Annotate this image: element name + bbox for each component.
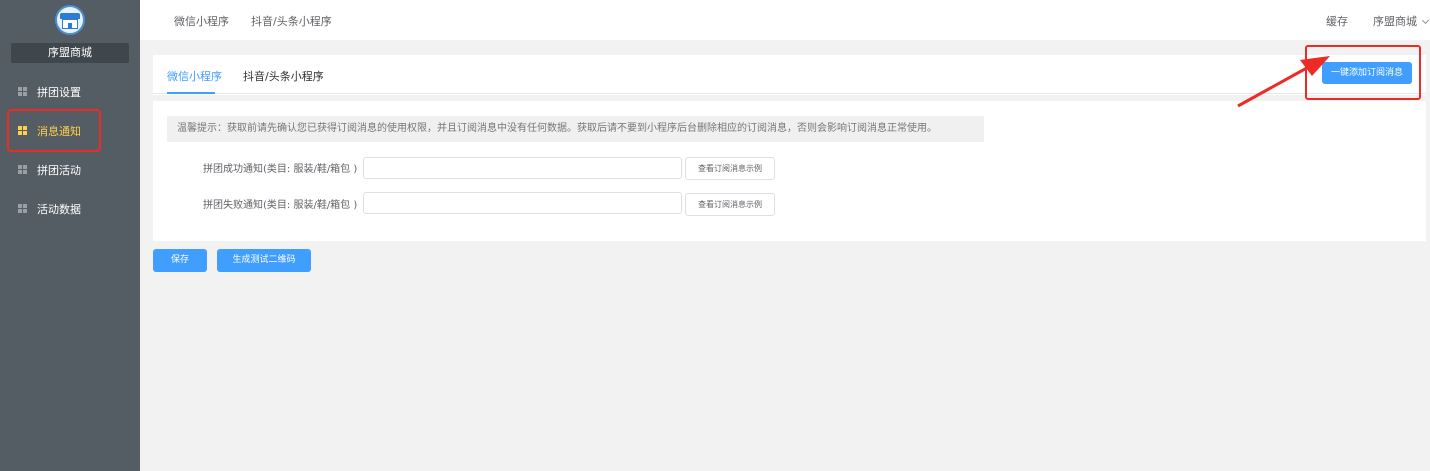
generate-qr-button[interactable]: 生成测试二维码	[217, 249, 311, 272]
subtabs-card: 微信小程序 抖音/头条小程序	[153, 55, 1426, 95]
save-button[interactable]: 保存	[153, 249, 207, 272]
sidebar-item-group-activity[interactable]: 拼团活动	[0, 150, 140, 189]
tab-douyin-miniprogram[interactable]: 抖音/头条小程序	[243, 68, 324, 84]
shop-name: 序盟商城	[11, 43, 129, 63]
warning-tip: 温馨提示：获取前请先确认您已获得订阅消息的使用权限，并且订阅消息中没有任何数据。…	[167, 116, 984, 142]
top-tab-douyin[interactable]: 抖音/头条小程序	[251, 13, 332, 29]
view-example-button[interactable]: 查看订阅消息示例	[685, 157, 775, 180]
annotation-highlight-box	[7, 109, 101, 152]
shop-logo-icon	[55, 5, 85, 35]
shop-menu-label: 序盟商城	[1373, 15, 1417, 28]
field-label-success: 拼团成功通知(类目: 服装/鞋/箱包 )	[203, 164, 358, 175]
sidebar-item-group-settings[interactable]: 拼团设置	[0, 72, 140, 111]
shop-menu-dropdown[interactable]: 序盟商城	[1373, 13, 1430, 29]
cache-button[interactable]: 缓存	[1326, 13, 1348, 29]
logo-area: 序盟商城	[0, 0, 140, 72]
grid-icon	[18, 165, 27, 174]
active-tab-indicator	[167, 92, 215, 94]
annotation-highlight-box	[1305, 45, 1421, 100]
fail-template-input[interactable]	[363, 192, 682, 214]
top-tab-wechat[interactable]: 微信小程序	[174, 13, 229, 29]
view-example-button[interactable]: 查看订阅消息示例	[685, 193, 775, 216]
grid-icon	[18, 87, 27, 96]
chevron-down-icon	[1421, 16, 1430, 25]
form-card: 温馨提示：获取前请先确认您已获得订阅消息的使用权限，并且订阅消息中没有任何数据。…	[153, 101, 1426, 241]
sidebar-item-label: 活动数据	[37, 202, 81, 216]
sidebar: 序盟商城 拼团设置 消息通知 拼团活动 活动数据	[0, 0, 140, 471]
tab-wechat-miniprogram[interactable]: 微信小程序	[167, 68, 222, 84]
grid-icon	[18, 204, 27, 213]
success-template-input[interactable]	[363, 157, 682, 179]
field-label-fail: 拼团失败通知(类目: 服装/鞋/箱包 )	[203, 200, 358, 211]
sidebar-item-label: 拼团设置	[37, 85, 81, 99]
tabs-divider	[153, 93, 1426, 94]
top-bar: 微信小程序 抖音/头条小程序 缓存 序盟商城	[140, 0, 1430, 40]
sidebar-item-activity-data[interactable]: 活动数据	[0, 189, 140, 228]
sidebar-item-label: 拼团活动	[37, 163, 81, 177]
